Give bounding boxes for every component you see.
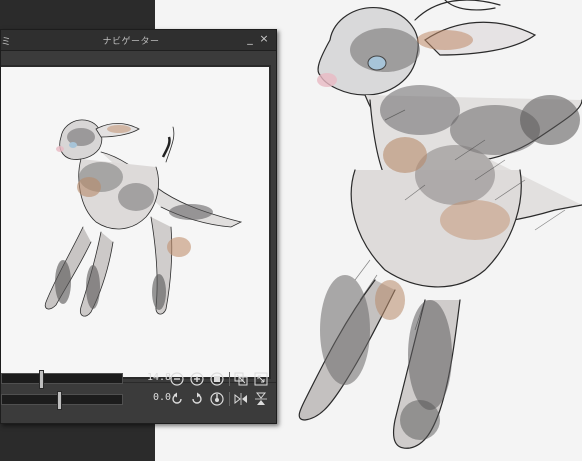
navigator-preview[interactable] xyxy=(1,67,269,377)
zoom-slider[interactable] xyxy=(1,370,123,389)
rotation-value[interactable]: 0.0 xyxy=(153,392,171,403)
navigator-panel: ミ ナビゲーター _ × 14.8 0.0 xyxy=(0,29,277,424)
zoom-in-icon[interactable] xyxy=(190,372,204,386)
panel-title: ナビゲーター xyxy=(102,37,160,47)
flip-vertical-icon[interactable] xyxy=(254,392,268,406)
close-button[interactable]: × xyxy=(257,32,271,46)
toolbar-separator xyxy=(229,392,230,406)
fit-screen-icon[interactable] xyxy=(210,372,224,386)
zoom-value[interactable]: 14.8 xyxy=(147,372,171,383)
zoom-out-icon[interactable] xyxy=(170,372,184,386)
actual-pixels-icon[interactable] xyxy=(234,372,248,386)
panel-titlebar[interactable]: ミ ナビゲーター _ × xyxy=(1,30,276,51)
rotation-slider-handle[interactable] xyxy=(57,391,62,410)
zoom-slider-handle[interactable] xyxy=(39,370,44,389)
toolbar-separator xyxy=(229,372,230,386)
flip-horizontal-icon[interactable] xyxy=(234,392,248,406)
preview-thumbnail xyxy=(44,119,243,317)
rotate-left-icon[interactable] xyxy=(170,392,184,406)
rotation-slider[interactable] xyxy=(1,391,123,410)
fit-window-icon[interactable] xyxy=(254,372,268,386)
rotate-right-icon[interactable] xyxy=(190,392,204,406)
minimize-button[interactable]: _ xyxy=(243,32,257,46)
rotate-reset-icon[interactable] xyxy=(210,392,224,406)
